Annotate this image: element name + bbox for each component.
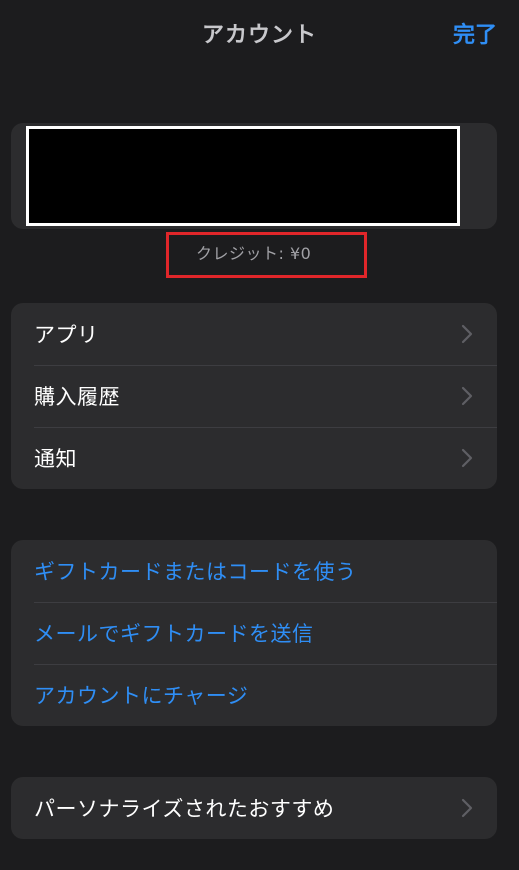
row-purchase-history[interactable]: 購入履歴 [11, 365, 497, 427]
chevron-right-icon [461, 386, 473, 406]
redeem-gift-card-label: ギフトカードまたはコードを使う [34, 560, 357, 584]
send-gift-card-link[interactable]: メールでギフトカードを送信 [11, 602, 497, 664]
redeem-gift-card-link[interactable]: ギフトカードまたはコードを使う [11, 540, 497, 602]
chevron-right-icon [461, 798, 473, 818]
row-apps-label: アプリ [34, 323, 99, 347]
row-notifications-label: 通知 [34, 447, 77, 471]
chevron-right-icon [461, 448, 473, 468]
send-gift-card-label: メールでギフトカードを送信 [34, 622, 314, 646]
account-menu-group: アプリ 購入履歴 通知 [11, 303, 497, 489]
recommendations-group: パーソナライズされたおすすめ [11, 777, 497, 839]
page-title: アカウント [201, 23, 317, 48]
credit-balance: クレジット: ¥0 [196, 244, 312, 263]
redacted-account-info [26, 126, 460, 226]
chevron-right-icon [461, 324, 473, 344]
row-apps[interactable]: アプリ [11, 303, 497, 365]
row-purchase-history-label: 購入履歴 [34, 385, 120, 409]
row-personalized-recommendations-label: パーソナライズされたおすすめ [34, 797, 335, 821]
done-button[interactable]: 完了 [453, 17, 497, 49]
row-personalized-recommendations[interactable]: パーソナライズされたおすすめ [11, 777, 497, 839]
add-funds-label: アカウントにチャージ [34, 684, 249, 708]
row-notifications[interactable]: 通知 [11, 427, 497, 489]
gift-card-group: ギフトカードまたはコードを使う メールでギフトカードを送信 アカウントにチャージ [11, 540, 497, 726]
add-funds-link[interactable]: アカウントにチャージ [11, 664, 497, 726]
